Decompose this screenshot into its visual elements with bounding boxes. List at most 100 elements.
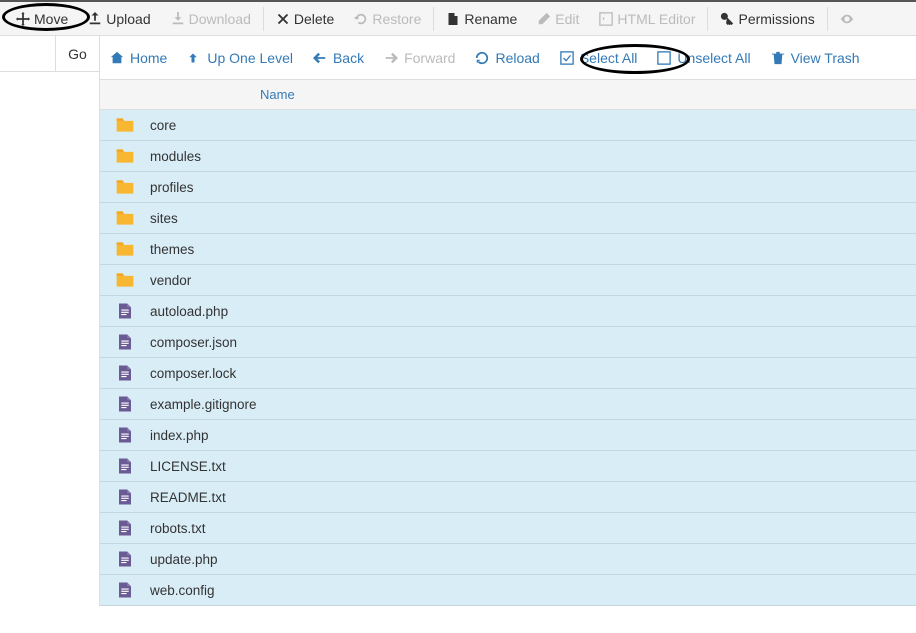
restore-button[interactable]: Restore [344, 2, 431, 36]
reload-icon [475, 51, 489, 65]
file-name: modules [150, 149, 201, 164]
file-row[interactable]: robots.txt [100, 513, 916, 544]
permissions-button[interactable]: Permissions [710, 2, 824, 36]
file-row[interactable]: index.php [100, 420, 916, 451]
back-label: Back [333, 50, 364, 66]
view-trash-label: View Trash [791, 50, 860, 66]
unselect-all-label: Unselect All [677, 50, 750, 66]
trash-icon [771, 51, 785, 65]
forward-button[interactable]: Forward [384, 50, 455, 66]
go-button[interactable]: Go [55, 36, 99, 71]
file-icon [114, 455, 136, 477]
folder-icon [114, 269, 136, 291]
file-row[interactable]: profiles [100, 172, 916, 203]
toolbar-separator [827, 7, 828, 31]
file-row[interactable]: composer.json [100, 327, 916, 358]
download-button[interactable]: Download [161, 2, 261, 36]
restore-label: Restore [372, 11, 421, 27]
select-all-button[interactable]: Select All [560, 50, 638, 66]
edit-label: Edit [555, 11, 579, 27]
file-name: sites [150, 211, 178, 226]
unselect-all-button[interactable]: Unselect All [657, 50, 750, 66]
path-go-row: Go [0, 36, 99, 72]
main-toolbar: Move Upload Download Delete Restore Rena… [0, 0, 916, 36]
up-one-level-button[interactable]: Up One Level [187, 50, 293, 66]
view-trash-button[interactable]: View Trash [771, 50, 860, 66]
file-row[interactable]: README.txt [100, 482, 916, 513]
rename-label: Rename [464, 11, 517, 27]
delete-label: Delete [294, 11, 334, 27]
file-row[interactable]: autoload.php [100, 296, 916, 327]
view-button[interactable] [830, 2, 864, 36]
eye-icon [840, 12, 854, 26]
edit-button[interactable]: Edit [527, 2, 589, 36]
rename-icon [446, 12, 460, 26]
file-row[interactable]: web.config [100, 575, 916, 606]
sidebar: Go [0, 36, 100, 606]
file-name: web.config [150, 583, 215, 598]
up-label: Up One Level [207, 50, 293, 66]
folder-icon [114, 207, 136, 229]
move-button[interactable]: Move [6, 2, 78, 36]
file-name: profiles [150, 180, 194, 195]
select-all-icon [560, 51, 574, 65]
home-button[interactable]: Home [110, 50, 167, 66]
html-editor-icon [599, 12, 613, 26]
file-name: composer.json [150, 335, 237, 350]
unselect-all-icon [657, 51, 671, 65]
file-row[interactable]: core [100, 110, 916, 141]
up-icon [187, 51, 201, 65]
download-icon [171, 12, 185, 26]
file-icon [114, 548, 136, 570]
reload-button[interactable]: Reload [475, 50, 539, 66]
folder-icon [114, 176, 136, 198]
file-row[interactable]: sites [100, 203, 916, 234]
permissions-icon [720, 12, 734, 26]
home-icon [110, 51, 124, 65]
move-label: Move [34, 11, 68, 27]
file-row[interactable]: themes [100, 234, 916, 265]
reload-label: Reload [495, 50, 539, 66]
back-icon [313, 51, 327, 65]
file-row[interactable]: modules [100, 141, 916, 172]
file-name: composer.lock [150, 366, 236, 381]
permissions-label: Permissions [738, 11, 814, 27]
file-icon [114, 393, 136, 415]
file-icon [114, 331, 136, 353]
column-header-row: Name [100, 80, 916, 110]
html-editor-label: HTML Editor [617, 11, 695, 27]
forward-icon [384, 51, 398, 65]
file-row[interactable]: composer.lock [100, 358, 916, 389]
delete-button[interactable]: Delete [266, 2, 344, 36]
path-input[interactable] [0, 36, 55, 71]
file-row[interactable]: LICENSE.txt [100, 451, 916, 482]
restore-icon [354, 12, 368, 26]
file-row[interactable]: update.php [100, 544, 916, 575]
main-area: Home Up One Level Back Forward Reload Se… [100, 36, 916, 606]
delete-icon [276, 12, 290, 26]
home-label: Home [130, 50, 167, 66]
file-name: themes [150, 242, 194, 257]
file-icon [114, 517, 136, 539]
file-name: robots.txt [150, 521, 206, 536]
file-icon [114, 300, 136, 322]
file-name: index.php [150, 428, 209, 443]
forward-label: Forward [404, 50, 455, 66]
rename-button[interactable]: Rename [436, 2, 527, 36]
file-name: core [150, 118, 176, 133]
nav-toolbar: Home Up One Level Back Forward Reload Se… [100, 36, 916, 80]
file-icon [114, 424, 136, 446]
upload-button[interactable]: Upload [78, 2, 160, 36]
toolbar-separator [263, 7, 264, 31]
name-column-header[interactable]: Name [140, 87, 295, 102]
file-name: autoload.php [150, 304, 228, 319]
upload-icon [88, 12, 102, 26]
file-list: core modules profiles sites themes vendor auto… [100, 110, 916, 606]
file-row[interactable]: example.gitignore [100, 389, 916, 420]
back-button[interactable]: Back [313, 50, 364, 66]
file-name: vendor [150, 273, 191, 288]
select-all-label: Select All [580, 50, 638, 66]
file-row[interactable]: vendor [100, 265, 916, 296]
html-editor-button[interactable]: HTML Editor [589, 2, 705, 36]
file-name: update.php [150, 552, 218, 567]
